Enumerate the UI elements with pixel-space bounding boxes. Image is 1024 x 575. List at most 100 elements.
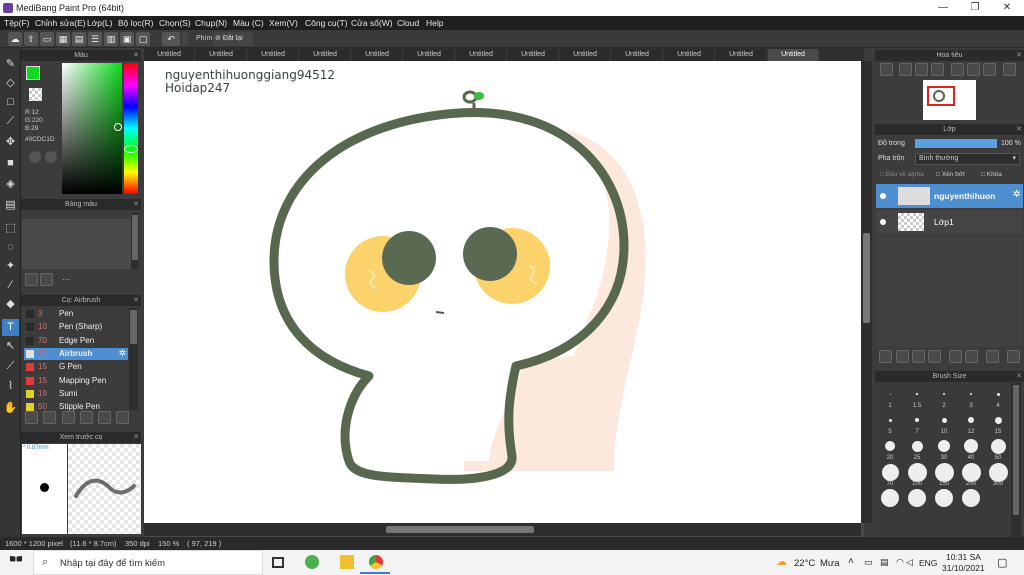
merge-layer-icon[interactable]: [986, 350, 999, 363]
tab-untitled[interactable]: Untitled: [612, 49, 663, 61]
brush-size-cell[interactable]: [904, 489, 930, 513]
new-layer-8bit-icon[interactable]: [912, 350, 925, 363]
chrome-icon[interactable]: [369, 555, 383, 569]
cloud-icon[interactable]: ☁: [8, 32, 22, 46]
brush-size-cell[interactable]: 40: [958, 437, 984, 461]
select-tool-icon[interactable]: ⬚: [2, 220, 19, 237]
eyedropper-icon[interactable]: ⌇: [2, 378, 19, 395]
undo-dropdown[interactable]: [182, 32, 188, 46]
palette-more[interactable]: ···: [62, 275, 70, 284]
select-pen-icon[interactable]: ⁄: [2, 277, 19, 294]
navigator-thumbnail[interactable]: [923, 80, 976, 120]
brush-size-cell[interactable]: 100: [904, 462, 930, 487]
upload-icon[interactable]: ⇪: [24, 32, 38, 46]
brush-size-cell[interactable]: 25: [904, 437, 930, 461]
brush-size-cell[interactable]: 300: [985, 462, 1011, 487]
reset-view-icon[interactable]: [1003, 63, 1016, 76]
lock-checkbox[interactable]: □ Khóa: [981, 171, 1002, 178]
gradient-tool-icon[interactable]: ▤: [2, 197, 19, 214]
brush-size-cell[interactable]: 30: [931, 437, 957, 461]
panel-close-icon[interactable]: ✕: [1016, 124, 1022, 135]
menu-snap[interactable]: Chụp(N): [195, 18, 227, 28]
panel-close-icon[interactable]: ✕: [1016, 50, 1022, 61]
rotate-left-icon[interactable]: [951, 63, 964, 76]
brush-size-cell[interactable]: 1: [877, 385, 903, 409]
layer-visibility-icon[interactable]: [880, 219, 886, 225]
menu-view[interactable]: Xem(V): [269, 18, 298, 28]
chevron-up-icon[interactable]: ˄: [848, 556, 854, 567]
wifi-icon[interactable]: ◠: [896, 557, 904, 568]
menu-tools[interactable]: Công cụ(T): [305, 18, 348, 28]
menu-window[interactable]: Cửa sổ(W): [351, 18, 393, 28]
brush-size-cell[interactable]: 3: [958, 385, 984, 409]
volume-icon[interactable]: ◁: [906, 557, 913, 568]
battery-icon[interactable]: ▭: [864, 557, 873, 568]
clip-checkbox[interactable]: □ Xén bớt: [936, 171, 965, 178]
brush-settings-icon[interactable]: ✲: [118, 348, 126, 359]
add-palette-icon[interactable]: [25, 273, 38, 286]
brush-size-cell[interactable]: 70: [877, 463, 903, 487]
tab-untitled[interactable]: Untitled: [404, 49, 455, 61]
windows-start-icon[interactable]: [10, 556, 22, 562]
delete-layer-icon[interactable]: [1007, 350, 1020, 363]
brush-size-cell[interactable]: [877, 489, 903, 513]
tab-untitled[interactable]: Untitled: [560, 49, 611, 61]
panel-close-icon[interactable]: ✕: [1016, 371, 1022, 382]
hand-tool-icon[interactable]: ✋: [2, 400, 19, 417]
brush-size-cell[interactable]: 150: [931, 462, 957, 487]
zoom-out-alt-icon[interactable]: [931, 63, 944, 76]
restore-button[interactable]: ❐: [960, 2, 990, 14]
brush-list-scrollbar[interactable]: [129, 308, 138, 410]
menu-color[interactable]: Màu (C): [233, 18, 264, 28]
menu-file[interactable]: Tệp(F): [4, 18, 30, 28]
reset-button[interactable]: ⊘ Đặt lại: [213, 32, 253, 46]
brush-item[interactable]: 3 Pen: [24, 308, 128, 320]
undo-icon[interactable]: ↶: [162, 32, 180, 46]
rect-select-tool-icon[interactable]: □: [2, 94, 19, 111]
lasso-tool-icon[interactable]: ◌: [2, 239, 19, 256]
layer-gear-icon[interactable]: ✲: [1013, 189, 1021, 200]
layer-visibility-icon[interactable]: [880, 193, 886, 199]
folder-icon[interactable]: [949, 350, 962, 363]
brush-size-cell[interactable]: 4: [985, 385, 1011, 409]
tab-untitled[interactable]: Untitled: [456, 49, 507, 61]
brush-size-cell[interactable]: 200: [958, 462, 984, 487]
canvas[interactable]: nguyenthihuonggiang94512 Hoidap247: [144, 61, 861, 523]
color-mode-icon[interactable]: [45, 151, 57, 163]
tab-untitled[interactable]: Untitled: [508, 49, 559, 61]
clock-time[interactable]: 10:31 SA: [946, 552, 981, 562]
page-icon[interactable]: ▢: [136, 32, 150, 46]
brush-size-cell[interactable]: 7: [904, 411, 930, 435]
language-indicator[interactable]: ENG: [919, 558, 937, 568]
menu-select[interactable]: Chọn(S): [159, 18, 191, 28]
brush-item[interactable]: 70 Edge Pen: [24, 335, 128, 347]
brush-item[interactable]: 10 Pen (Sharp): [24, 321, 128, 333]
settings-icon[interactable]: ▣: [120, 32, 134, 46]
weather-temp[interactable]: 22°C: [794, 558, 815, 569]
duplicate-layer-icon[interactable]: [965, 350, 978, 363]
brush-size-cell[interactable]: [931, 489, 957, 513]
new-layer-icon[interactable]: [879, 350, 892, 363]
weather-desc[interactable]: Mưa: [820, 558, 840, 569]
brush-size-cell[interactable]: 20: [877, 437, 903, 461]
brush-size-cell[interactable]: 10: [931, 411, 957, 435]
eraser-tool-icon[interactable]: ◇: [2, 75, 19, 92]
brush-item[interactable]: 19 Sumi: [24, 388, 128, 400]
color-wheel-icon[interactable]: [29, 151, 41, 163]
clock-date[interactable]: 31/10/2021: [942, 563, 985, 573]
brush-item[interactable]: 15 Mapping Pen: [24, 375, 128, 387]
blend-mode-select[interactable]: Bình thường ▾: [915, 153, 1020, 165]
brush-size-cell[interactable]: [958, 489, 984, 513]
secondary-color-swatch[interactable]: [29, 88, 42, 101]
shape-tool-icon[interactable]: ■: [2, 155, 19, 172]
menu-edit[interactable]: Chỉnh sửa(E): [35, 18, 86, 28]
menu-help[interactable]: Help: [426, 18, 443, 28]
comment-icon[interactable]: ▭: [40, 32, 54, 46]
saturation-value-picker[interactable]: [62, 63, 122, 194]
magic-wand-icon[interactable]: ✦: [2, 258, 19, 275]
panel-close-icon[interactable]: ✕: [133, 432, 139, 443]
operation-tool-icon[interactable]: ↖: [2, 338, 19, 355]
zoom-out-icon[interactable]: [915, 63, 928, 76]
palette-scrollbar[interactable]: [131, 213, 139, 269]
menu-filter[interactable]: Bộ lọc(R): [118, 18, 153, 28]
